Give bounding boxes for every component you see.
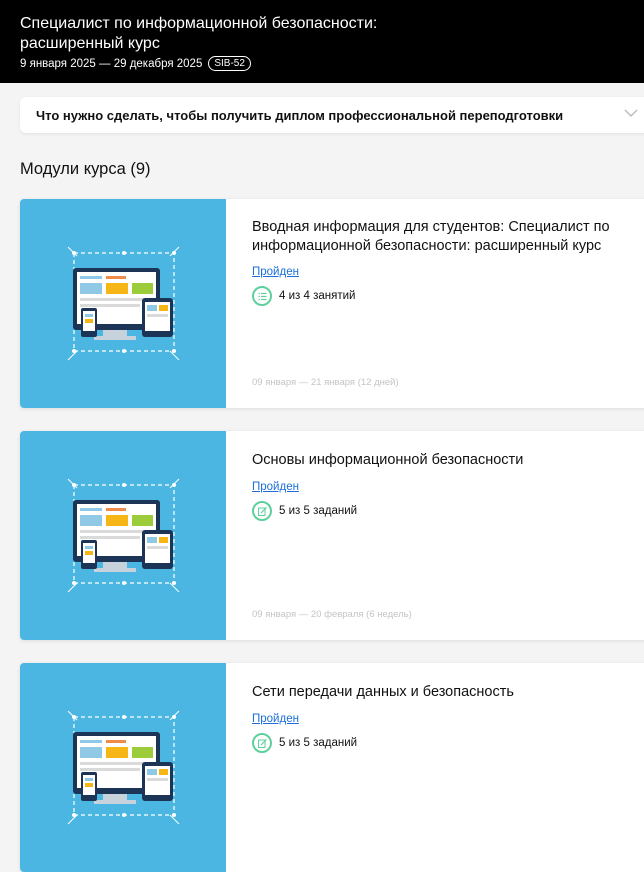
module-thumbnail	[20, 199, 226, 408]
chevron-down-icon[interactable]	[624, 108, 638, 118]
edit-icon	[252, 733, 272, 753]
module-dates: 09 января — 21 января (12 дней)	[252, 377, 399, 388]
module-card[interactable]: Основы информационной безопасности Пройд…	[20, 431, 644, 640]
course-header: Специалист по информационной безопасност…	[0, 0, 644, 83]
module-dates: 09 января — 20 февраля (6 недель)	[252, 609, 412, 620]
module-thumbnail	[20, 431, 226, 640]
module-status-link[interactable]: Пройден	[252, 266, 299, 278]
course-code-badge: SIB-52	[208, 56, 251, 71]
list-icon	[252, 286, 272, 306]
module-progress: 4 из 4 занятий	[252, 286, 355, 306]
module-progress: 5 из 5 заданий	[252, 733, 357, 753]
module-card[interactable]: Сети передачи данных и безопасность Прой…	[20, 663, 644, 872]
modules-heading: Модули курса (9)	[20, 160, 151, 178]
responsive-devices-illustration	[67, 711, 180, 825]
diploma-requirements-accordion[interactable]: Что нужно сделать, чтобы получить диплом…	[20, 97, 644, 133]
module-card[interactable]: Вводная информация для студентов: Специа…	[20, 199, 644, 408]
module-progress-text: 5 из 5 заданий	[279, 505, 358, 517]
module-progress-text: 5 из 5 заданий	[279, 737, 358, 749]
module-thumbnail	[20, 663, 226, 872]
module-status-link[interactable]: Пройден	[252, 713, 299, 725]
module-title[interactable]: Вводная информация для студентов: Специа…	[252, 218, 632, 256]
module-title[interactable]: Основы информационной безопасности	[252, 451, 632, 470]
module-progress: 5 из 5 заданий	[252, 501, 357, 521]
responsive-devices-illustration	[67, 479, 180, 593]
edit-icon	[252, 501, 272, 521]
diploma-requirements-label: Что нужно сделать, чтобы получить диплом…	[36, 107, 564, 123]
course-meta: 9 января 2025 — 29 декабря 2025 SIB-52	[20, 56, 624, 71]
module-status-link[interactable]: Пройден	[252, 481, 299, 493]
responsive-devices-illustration	[67, 247, 180, 361]
module-title[interactable]: Сети передачи данных и безопасность	[252, 683, 632, 702]
module-progress-text: 4 из 4 занятий	[279, 290, 356, 302]
course-dates: 9 января 2025 — 29 декабря 2025	[20, 57, 203, 70]
course-title: Специалист по информационной безопасност…	[20, 15, 378, 52]
